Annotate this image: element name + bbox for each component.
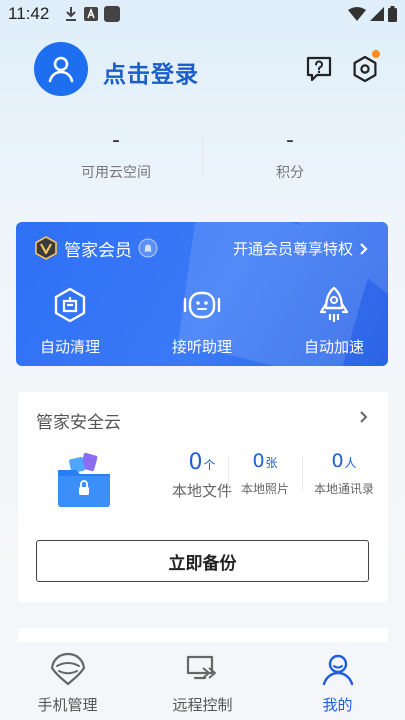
points-stat[interactable]: - 积分 <box>190 125 390 182</box>
account-stats: - 可用云空间 - 积分 <box>0 125 405 195</box>
local-files-unit: 个 <box>203 458 216 472</box>
wifi-icon <box>348 7 366 21</box>
download-icon <box>66 7 76 21</box>
signal-icon <box>370 7 384 21</box>
security-cloud-title: 管家安全云 <box>36 413 121 433</box>
tab-remote-control[interactable]: 远程控制 <box>135 650 270 715</box>
tab-phone-management[interactable]: 手机管理 <box>0 650 135 715</box>
vip-title: 管家会员 <box>64 240 132 261</box>
local-photos-unit: 张 <box>265 456 278 470</box>
vip-promo-text: 开通会员尊享特权 <box>232 240 353 258</box>
broom-cleanup-icon <box>54 287 86 323</box>
vip-promo-link[interactable]: 开通会员尊享特权 <box>233 238 368 259</box>
auto-clean-feature[interactable]: 自动清理 <box>16 284 132 357</box>
points-label: 积分 <box>276 165 304 181</box>
avatar[interactable] <box>34 42 88 96</box>
robot-assistant-icon <box>183 291 221 319</box>
chevron-right-icon <box>360 242 368 255</box>
remote-screen-icon <box>186 655 216 680</box>
tab-mine-label: 我的 <box>322 696 353 714</box>
bell-icon[interactable] <box>138 238 158 258</box>
settings-button[interactable] <box>350 50 380 84</box>
tab-phone-management-label: 手机管理 <box>37 696 98 714</box>
vip-header: 管家会员 <box>34 236 158 261</box>
backup-now-button[interactable]: 立即备份 <box>36 540 369 582</box>
security-cloud-card: 管家安全云 0个 本地文件 0张 本地照片 0人 本地通讯录 立即备份 <box>18 392 388 602</box>
status-notifications <box>64 5 120 23</box>
local-contacts-count: 0 <box>331 450 344 472</box>
local-files-count: 0 <box>188 450 203 475</box>
chevron-right-icon[interactable] <box>359 410 368 424</box>
local-photos-label: 本地照片 <box>240 482 289 496</box>
cloud-stats-divider <box>302 456 303 492</box>
tab-mine[interactable]: 我的 <box>270 650 405 715</box>
status-bar: 11:42 <box>0 0 405 28</box>
local-contacts-stat[interactable]: 0人 本地通讯录 <box>304 450 384 497</box>
auto-clean-label: 自动清理 <box>39 338 100 356</box>
auto-boost-label: 自动加速 <box>303 338 364 356</box>
app-notification-icon <box>84 7 98 21</box>
square-notification-icon <box>104 6 120 22</box>
local-photos-stat[interactable]: 0张 本地照片 <box>230 450 300 497</box>
local-contacts-label: 本地通讯录 <box>313 482 374 496</box>
auto-boost-feature[interactable]: 自动加速 <box>272 284 388 357</box>
rocket-icon <box>319 286 349 322</box>
user-icon <box>48 56 74 83</box>
cloud-space-value: - <box>112 128 120 153</box>
cloud-space-label: 可用云空间 <box>81 165 151 181</box>
cloud-space-stat[interactable]: - 可用云空间 <box>16 125 216 182</box>
local-photos-count: 0 <box>252 450 265 472</box>
shield-helmet-icon <box>50 652 85 686</box>
settings-hexagon-icon <box>353 55 377 83</box>
vip-badge-icon <box>35 236 57 260</box>
status-time: 11:42 <box>8 4 50 23</box>
bottom-tab-bar: 手机管理 远程控制 我的 <box>0 642 405 720</box>
login-link[interactable]: 点击登录 <box>103 55 199 89</box>
battery-icon <box>388 6 397 22</box>
notification-dot <box>372 50 380 58</box>
tab-remote-control-label: 远程控制 <box>172 696 233 714</box>
cloud-stats-divider <box>228 456 229 492</box>
call-assistant-label: 接听助理 <box>171 338 232 356</box>
secure-folder-icon <box>58 452 110 507</box>
call-assistant-feature[interactable]: 接听助理 <box>140 284 264 357</box>
vip-card[interactable]: 管家会员 开通会员尊享特权 自动清理 接听助理 自动加速 <box>16 222 388 366</box>
help-chat-icon <box>306 56 332 82</box>
points-value: - <box>286 128 294 153</box>
status-system-icons <box>348 5 397 23</box>
local-contacts-unit: 人 <box>344 456 357 470</box>
feedback-button[interactable] <box>304 54 334 84</box>
user-icon <box>322 654 353 686</box>
